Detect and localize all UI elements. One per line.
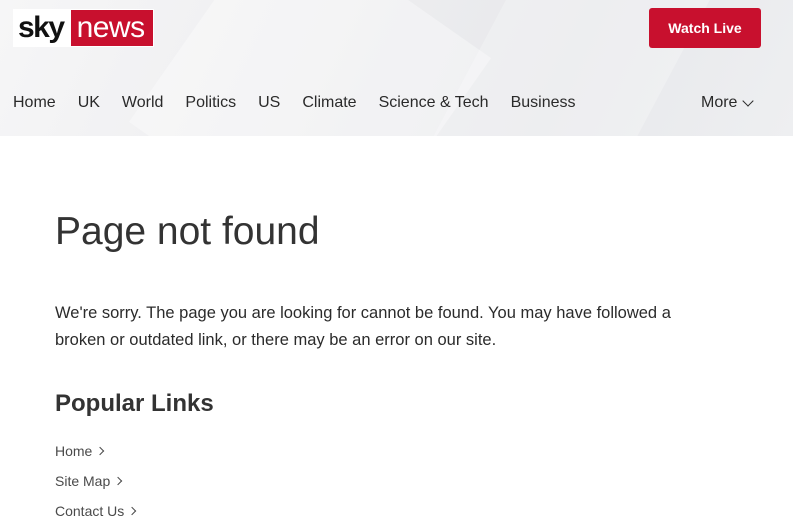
nav-item-uk[interactable]: UK: [78, 94, 100, 116]
watch-live-button[interactable]: Watch Live: [649, 8, 761, 48]
popular-links-list: Home Site Map Contact Us: [55, 436, 137, 526]
nav-item-us[interactable]: US: [258, 94, 280, 116]
popular-link-home[interactable]: Home: [55, 436, 135, 466]
chevron-down-icon: [742, 95, 755, 107]
nav-more-button[interactable]: More: [701, 94, 755, 112]
popular-link-contact-us[interactable]: Contact Us: [55, 496, 137, 526]
chevron-right-icon: [114, 476, 123, 486]
popular-links-heading: Popular Links: [55, 390, 214, 417]
nav-more-label: More: [701, 94, 738, 111]
nav-item-climate[interactable]: Climate: [302, 94, 356, 116]
page-title: Page not found: [55, 210, 320, 253]
logo-news-text: news: [69, 9, 154, 47]
popular-link-label: Contact Us: [55, 503, 125, 519]
nav-item-world[interactable]: World: [122, 94, 164, 116]
logo-sky-text: sky: [13, 9, 70, 47]
error-message: We're sorry. The page you are looking fo…: [55, 304, 671, 349]
popular-link-label: Site Map: [55, 473, 111, 489]
nav-item-business[interactable]: Business: [511, 94, 576, 116]
popular-link-label: Home: [55, 443, 93, 459]
popular-link-site-map[interactable]: Site Map: [55, 466, 135, 496]
chevron-right-icon: [96, 446, 105, 456]
nav-item-politics[interactable]: Politics: [185, 94, 236, 116]
main-nav: Home UK World Politics US Climate Scienc…: [13, 94, 598, 116]
site-header: sky news Watch Live Home UK World Politi…: [0, 0, 793, 136]
nav-item-home[interactable]: Home: [13, 94, 56, 116]
nav-item-science-tech[interactable]: Science & Tech: [379, 94, 489, 116]
sky-news-logo[interactable]: sky news: [13, 9, 154, 47]
